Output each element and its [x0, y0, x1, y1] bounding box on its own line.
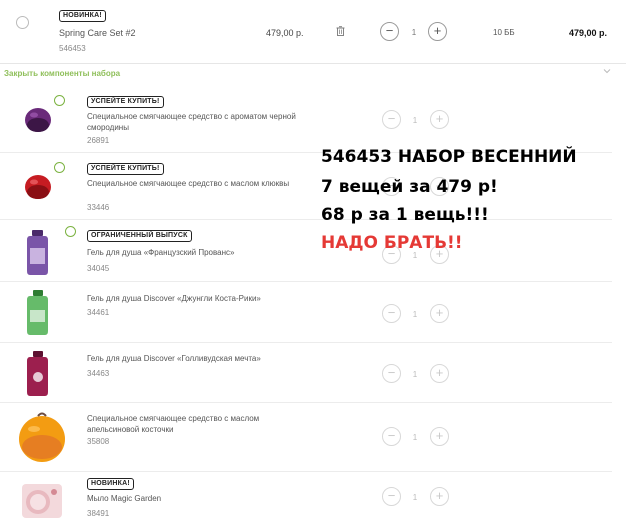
product-name[interactable]: Специальное смягчающее средство с маслом… — [87, 178, 312, 189]
product-name[interactable]: Специальное смягчающее средство с маслом… — [87, 413, 312, 435]
new-badge: НОВИНКА! — [87, 478, 134, 490]
product-name[interactable]: Гель для душа «Французский Прованс» — [87, 247, 312, 258]
product-code: 34463 — [87, 369, 110, 378]
product-image — [25, 108, 51, 132]
product-code: 33446 — [87, 203, 110, 212]
set-total: 479,00 р. — [569, 28, 608, 38]
product-image — [22, 484, 62, 518]
product-image — [27, 351, 48, 396]
list-item: УСПЕЙТЕ КУПИТЬ! Специальное смягчающее с… — [0, 86, 612, 153]
hurry-badge: УСПЕЙТЕ КУПИТЬ! — [87, 163, 164, 175]
quantity-value: 1 — [412, 116, 418, 125]
list-item: Гель для душа Discover «Джунгли Коста-Ри… — [0, 282, 612, 343]
chevron-down-icon[interactable] — [603, 67, 611, 75]
promo-line-1: 546453 НАБОР ВЕСЕННИЙ — [321, 147, 577, 167]
list-item: ОГРАНИЧЕННЫЙ ВЫПУСК Гель для душа «Франц… — [0, 220, 612, 282]
promo-line-4: НАДО БРАТЬ!! — [321, 233, 463, 253]
product-code: 35808 — [87, 437, 110, 446]
decrease-quantity-button[interactable]: − — [382, 487, 401, 506]
quantity-value: 1 — [412, 310, 418, 319]
list-item: НОВИНКА! Мыло Magic Garden 38491 − 1 + — [0, 472, 612, 526]
promo-line-2: 7 вещей за 479 р! — [321, 177, 498, 197]
quantity-value: 1 — [412, 433, 418, 442]
quantity-value: 1 — [412, 370, 418, 379]
limited-badge: ОГРАНИЧЕННЫЙ ВЫПУСК — [87, 230, 192, 242]
increase-quantity-button[interactable]: + — [430, 304, 449, 323]
product-image — [27, 230, 48, 275]
product-code: 38491 — [87, 509, 110, 518]
increase-quantity-button[interactable]: + — [430, 487, 449, 506]
product-name[interactable]: Мыло Magic Garden — [87, 493, 312, 504]
decrease-quantity-button[interactable]: − — [382, 304, 401, 323]
product-name[interactable]: Гель для душа Discover «Голливудская меч… — [87, 353, 312, 364]
set-select-radio[interactable] — [16, 16, 29, 29]
product-image — [25, 175, 51, 199]
list-item: Специальное смягчающее средство с маслом… — [0, 403, 612, 472]
list-item: Гель для душа Discover «Голливудская меч… — [0, 343, 612, 403]
increase-quantity-button[interactable]: + — [430, 110, 449, 129]
product-image — [19, 412, 65, 462]
trash-icon[interactable] — [336, 26, 345, 36]
quantity-value[interactable]: 1 — [408, 28, 420, 37]
product-code: 34045 — [87, 264, 110, 273]
decrease-quantity-button[interactable]: − — [382, 110, 401, 129]
product-image — [27, 290, 48, 335]
increase-quantity-button[interactable]: + — [428, 22, 447, 41]
points-value: 10 ББ — [493, 28, 515, 37]
set-row: НОВИНКА! Spring Care Set #2 546453 479,0… — [0, 0, 626, 64]
increase-quantity-button[interactable]: + — [430, 364, 449, 383]
product-code: 34461 — [87, 308, 110, 317]
set-name[interactable]: Spring Care Set #2 — [59, 28, 136, 38]
set-price: 479,00 р. — [266, 28, 304, 38]
decrease-quantity-button[interactable]: − — [380, 22, 399, 41]
leaf-icon — [65, 226, 76, 237]
hurry-badge: УСПЕЙТЕ КУПИТЬ! — [87, 96, 164, 108]
increase-quantity-button[interactable]: + — [430, 427, 449, 446]
set-code: 546453 — [59, 44, 86, 53]
promo-line-3: 68 р за 1 вещь!!! — [321, 205, 489, 225]
product-code: 26891 — [87, 136, 110, 145]
decrease-quantity-button[interactable]: − — [382, 427, 401, 446]
product-name[interactable]: Специальное смягчающее средство с аромат… — [87, 111, 312, 133]
new-badge: НОВИНКА! — [59, 10, 106, 22]
product-name[interactable]: Гель для душа Discover «Джунгли Коста-Ри… — [87, 293, 312, 304]
quantity-value: 1 — [412, 493, 418, 502]
collapse-components-link[interactable]: Закрыть компоненты набора — [4, 69, 120, 78]
decrease-quantity-button[interactable]: − — [382, 364, 401, 383]
